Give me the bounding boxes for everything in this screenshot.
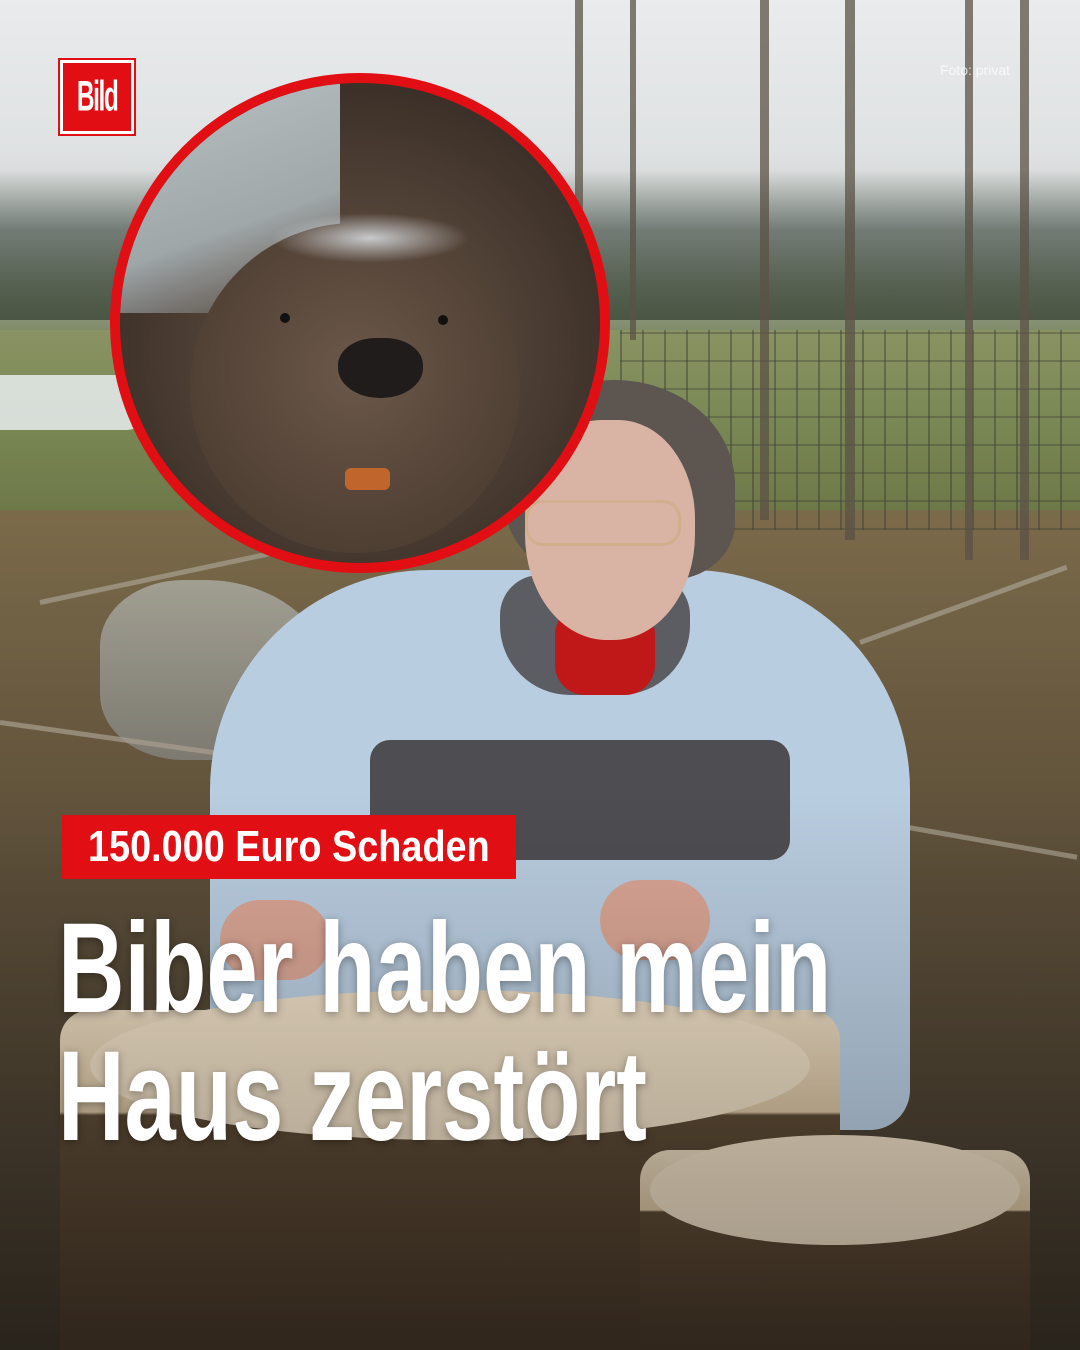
beaver-nose	[338, 338, 423, 398]
beaver-frost	[270, 213, 470, 263]
damage-tag: 150.000 Euro Schaden	[62, 815, 516, 879]
bare-tree	[1020, 0, 1029, 560]
damage-tag-text: 150.000 Euro Schaden	[88, 822, 490, 871]
bare-tree	[630, 0, 636, 340]
beaver-inset-circle	[110, 73, 610, 573]
glasses	[525, 500, 681, 546]
headline-line-1: Biber haben mein	[58, 897, 832, 1040]
beaver-teeth	[345, 468, 390, 490]
bare-tree	[965, 0, 973, 560]
bild-logo[interactable]: Bild	[58, 58, 136, 136]
beaver-eye-right	[438, 315, 448, 325]
headline: Biber haben mein Haus zerstört	[58, 905, 1038, 1161]
beaver-eye-left	[280, 313, 290, 323]
image-credit: Foto: privat	[939, 62, 1010, 78]
bild-logo-text: Bild	[76, 72, 119, 121]
post-image: Bild Foto: privat 150.000 Euro Schaden B…	[0, 0, 1080, 1350]
headline-line-2: Haus zerstört	[58, 1025, 647, 1168]
